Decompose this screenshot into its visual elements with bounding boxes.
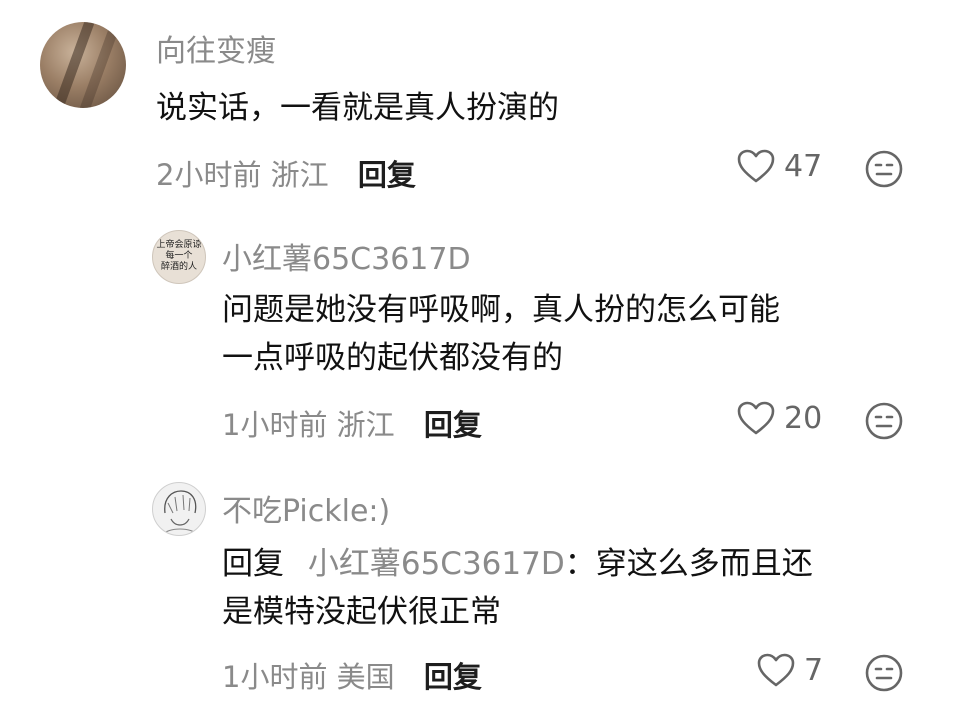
heart-outline-icon	[737, 401, 775, 435]
location: 浙江	[270, 158, 329, 192]
comment-text: 说实话，一看就是真人扮演的	[156, 90, 559, 126]
comment-meta: 1小时前 浙江 回复	[222, 402, 482, 444]
reply-button[interactable]: 回复	[358, 158, 416, 192]
avatar[interactable]	[152, 482, 206, 536]
heart-outline-icon	[757, 653, 795, 687]
sketch-portrait-icon	[162, 490, 198, 535]
like-count: 7	[804, 652, 824, 688]
heart-outline-icon	[737, 149, 775, 183]
location: 浙江	[336, 408, 395, 442]
emoji-face-icon[interactable]	[864, 149, 904, 189]
comment-meta: 1小时前 美国 回复	[222, 654, 482, 696]
comment-meta: 2小时前 浙江 回复	[156, 152, 416, 194]
reply-button[interactable]: 回复	[424, 660, 482, 694]
avatar[interactable]	[40, 22, 126, 108]
like-count: 20	[784, 400, 823, 436]
avatar[interactable]: 上帝会原谅 每一个 醉酒的人	[152, 230, 206, 284]
avatar-text: 上帝会原谅	[156, 240, 202, 250]
timestamp: 1小时前	[222, 660, 328, 694]
like-button[interactable]: 7	[756, 652, 823, 688]
comment-text-line: 是模特没起伏很正常	[222, 594, 501, 630]
like-count: 47	[784, 148, 823, 184]
username[interactable]: 小红薯65C3617D	[222, 234, 471, 278]
username[interactable]: 不吃Pickle:)	[222, 486, 390, 530]
emoji-face-icon[interactable]	[864, 653, 904, 693]
reply-prefix: 回复	[222, 546, 284, 582]
comment-text-line: 一点呼吸的起伏都没有的	[222, 340, 563, 376]
emoji-face-icon[interactable]	[864, 401, 904, 441]
reply-button[interactable]: 回复	[424, 408, 482, 442]
comment-text-line: 回复 小红薯65C3617D：穿这么多而且还	[222, 540, 813, 588]
avatar-text: 每一个	[165, 251, 193, 261]
like-button[interactable]: 47	[736, 148, 822, 184]
comment-text: ：穿这么多而且还	[564, 546, 813, 582]
avatar-text: 醉酒的人	[160, 262, 197, 272]
timestamp: 2小时前	[156, 158, 262, 192]
mention-link[interactable]: 小红薯65C3617D	[308, 546, 565, 582]
timestamp: 1小时前	[222, 408, 328, 442]
like-button[interactable]: 20	[736, 400, 822, 436]
location: 美国	[336, 660, 395, 694]
username[interactable]: 向往变瘦	[156, 26, 276, 70]
comment-text-line: 问题是她没有呼吸啊，真人扮的怎么可能	[222, 292, 780, 328]
